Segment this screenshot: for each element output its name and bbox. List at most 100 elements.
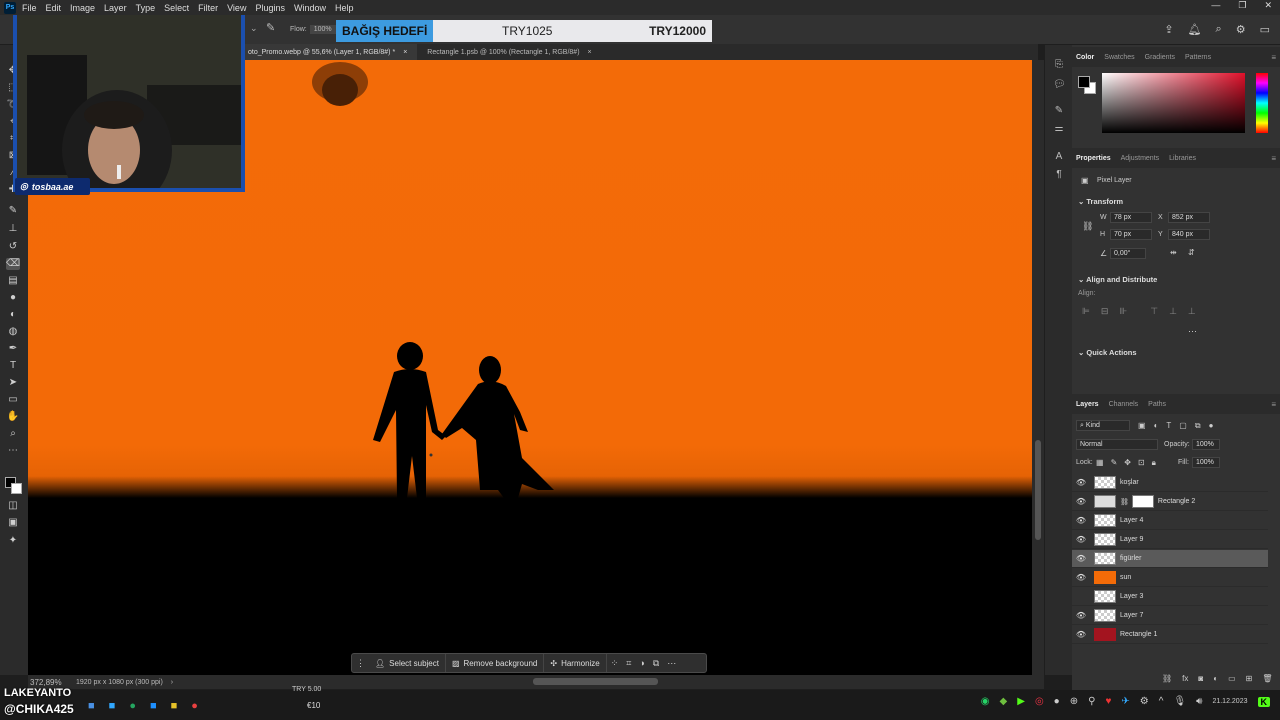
layer-row-layer-3[interactable]: · Layer 3 — [1072, 588, 1268, 606]
taskbar-app-icon[interactable]: ● — [129, 700, 136, 712]
menu-type[interactable]: Type — [136, 3, 156, 13]
tab-rectangle[interactable]: Rectangle 1.psb @ 100% (Rectangle 1, RGB… — [417, 44, 601, 60]
panel-menu-icon[interactable]: ≡ — [1271, 154, 1276, 163]
lock-transparency-icon[interactable]: ▦ — [1096, 458, 1104, 468]
link-icon[interactable]: ⛓ — [1082, 221, 1093, 232]
layer-row-figurler[interactable]: 👁︎ figürler — [1072, 550, 1268, 568]
stamp-tool-icon[interactable]: ⊥ — [6, 223, 20, 235]
drag-handle-icon[interactable]: ⋮ — [352, 658, 369, 669]
lock-all-icon[interactable]: 🔒︎ — [1152, 458, 1156, 468]
hue-slider[interactable] — [1256, 73, 1268, 133]
zoom-level[interactable]: 372,89% — [30, 678, 70, 687]
lock-pixels-icon[interactable]: ✎ — [1111, 458, 1118, 468]
search-icon[interactable]: ⌕ — [1216, 23, 1222, 36]
align-right-icon[interactable]: ⊪ — [1119, 306, 1127, 317]
brush-tool-icon[interactable]: ✎ — [6, 205, 20, 217]
quick-mask-icon[interactable]: ◫ — [6, 500, 20, 512]
tab-promo[interactable]: oto_Promo.webp @ 55,6% (Layer 1, RGB/8#)… — [238, 44, 418, 60]
chevron-up-icon[interactable]: ^ — [1159, 696, 1164, 707]
adjustment-layer-icon[interactable]: ◐ — [1213, 674, 1218, 683]
obs-icon[interactable]: ● — [1054, 696, 1060, 707]
flow-control[interactable]: Flow: 100% — [290, 25, 336, 34]
adjustment-icon[interactable]: ◑ — [635, 658, 648, 668]
tab-patterns[interactable]: Patterns — [1185, 54, 1211, 61]
layer-row-layer-4[interactable]: 👁︎ Layer 4 — [1072, 512, 1268, 530]
layer-row-layer-9[interactable]: 👁︎ Layer 9 — [1072, 531, 1268, 549]
layers-icon[interactable]: ⧉ — [649, 658, 663, 669]
screen-mode-icon[interactable]: ▣ — [6, 517, 20, 529]
tray-app-icon[interactable]: ◎ — [1035, 696, 1044, 707]
close-tab-icon[interactable]: × — [403, 49, 407, 56]
layer-row-sun[interactable]: 👁︎ sun — [1072, 569, 1268, 587]
angle-field[interactable]: 0,00° — [1110, 248, 1146, 259]
align-middle-icon[interactable]: ⊥ — [1169, 306, 1177, 317]
menu-view[interactable]: View — [227, 3, 246, 13]
gear-icon[interactable]: ⚙ — [1236, 23, 1246, 36]
visibility-eye-icon[interactable]: 👁︎ — [1072, 630, 1090, 639]
taskbar-app-icon[interactable]: ● — [191, 700, 198, 712]
speaker-icon[interactable]: 🔊︎ — [1196, 696, 1202, 707]
visibility-eye-icon[interactable]: 👁︎ — [1072, 611, 1090, 620]
close-icon[interactable]: ✕ — [1264, 0, 1272, 11]
flow-value[interactable]: 100% — [309, 25, 336, 34]
tray-app-icon[interactable]: ♥ — [1105, 696, 1111, 707]
remove-background-button[interactable]: ▨ Remove background — [446, 654, 545, 672]
transform-section-title[interactable]: ⌄ Transform — [1078, 197, 1123, 206]
taskbar-app-icon[interactable]: ■ — [150, 700, 157, 712]
blend-mode-select[interactable]: Normal — [1076, 439, 1158, 450]
lock-position-icon[interactable]: ✥ — [1124, 458, 1131, 468]
panel-menu-icon[interactable]: ≡ — [1271, 53, 1276, 62]
select-subject-button[interactable]: 👤︎ Select subject — [369, 654, 446, 672]
hand-tool-icon[interactable]: ✋ — [6, 411, 20, 423]
brush-panel-icon[interactable]: ✎ — [1053, 105, 1065, 117]
align-top-icon[interactable]: ⊤ — [1150, 306, 1158, 317]
more-tools-icon[interactable]: ⋯ — [6, 445, 20, 457]
layer-row-layer-7[interactable]: 👁︎ Layer 7 — [1072, 607, 1268, 625]
visibility-eye-icon[interactable]: 👁︎ — [1072, 573, 1090, 582]
steam-icon[interactable]: ⚙ — [1140, 696, 1149, 707]
flip-vertical-icon[interactable]: ⇵ — [1188, 248, 1195, 257]
restore-icon[interactable]: ❐ — [1238, 0, 1246, 11]
adjust-panel-icon[interactable]: ⚌ — [1053, 123, 1065, 135]
flip-horizontal-icon[interactable]: ⇹ — [1170, 248, 1177, 257]
visibility-eye-icon[interactable]: 👁︎ — [1072, 478, 1090, 487]
filter-adjustment-icon[interactable]: ◐ — [1154, 421, 1159, 431]
vertical-scrollbar[interactable] — [1032, 60, 1044, 675]
align-center-icon[interactable]: ⊟ — [1101, 306, 1109, 317]
menu-window[interactable]: Window — [294, 3, 326, 13]
rectangle-tool-icon[interactable]: ▭ — [6, 394, 20, 406]
layer-filter-kind[interactable]: ⌕ Kind — [1076, 420, 1130, 431]
color-picker-field[interactable] — [1102, 73, 1245, 133]
minimize-icon[interactable]: — — [1211, 0, 1220, 11]
menu-file[interactable]: File — [22, 3, 37, 13]
gradient-tool-icon[interactable]: ▤ — [6, 275, 20, 287]
tab-channels[interactable]: Channels — [1109, 401, 1139, 408]
tab-adjustments[interactable]: Adjustments — [1121, 155, 1160, 162]
trash-icon[interactable]: 🗑︎ — [1262, 674, 1272, 683]
menu-image[interactable]: Image — [70, 3, 95, 13]
harmonize-button[interactable]: ✣ Harmonize — [544, 654, 607, 672]
tray-app-icon[interactable]: ✈ — [1121, 696, 1129, 707]
group-icon[interactable]: ▭ — [1228, 674, 1236, 683]
more-options-icon[interactable]: ⋯ — [663, 658, 680, 669]
chevron-down-icon[interactable]: ⌄ — [250, 23, 258, 34]
character-panel-icon[interactable]: A — [1053, 151, 1065, 163]
menu-edit[interactable]: Edit — [46, 3, 62, 13]
layer-row-koslar[interactable]: 👁︎ koşlar — [1072, 474, 1268, 492]
align-left-icon[interactable]: ⊫ — [1082, 306, 1090, 317]
filter-type-icon[interactable]: T — [1166, 421, 1171, 431]
history-panel-icon[interactable]: ⎘ — [1053, 59, 1065, 71]
more-align-icon[interactable]: ⋯ — [1188, 326, 1197, 337]
visibility-eye-icon[interactable]: 👁︎ — [1072, 497, 1090, 506]
share-icon[interactable]: ⇪ — [1164, 23, 1173, 36]
history-brush-icon[interactable]: ↺ — [6, 241, 20, 253]
new-layer-icon[interactable]: ⊞ — [1246, 674, 1253, 683]
taskbar-app-icon[interactable]: ■ — [171, 700, 178, 712]
menu-filter[interactable]: Filter — [198, 3, 218, 13]
workspace-icon[interactable]: ▭ — [1260, 23, 1270, 36]
path-select-tool-icon[interactable]: ➤ — [6, 377, 20, 389]
comments-panel-icon[interactable]: 💬︎ — [1053, 79, 1066, 91]
filter-smart-icon[interactable]: ⧉ — [1195, 421, 1201, 431]
menu-plugins[interactable]: Plugins — [255, 3, 285, 13]
visibility-eye-icon[interactable]: 👁︎ — [1072, 516, 1090, 525]
